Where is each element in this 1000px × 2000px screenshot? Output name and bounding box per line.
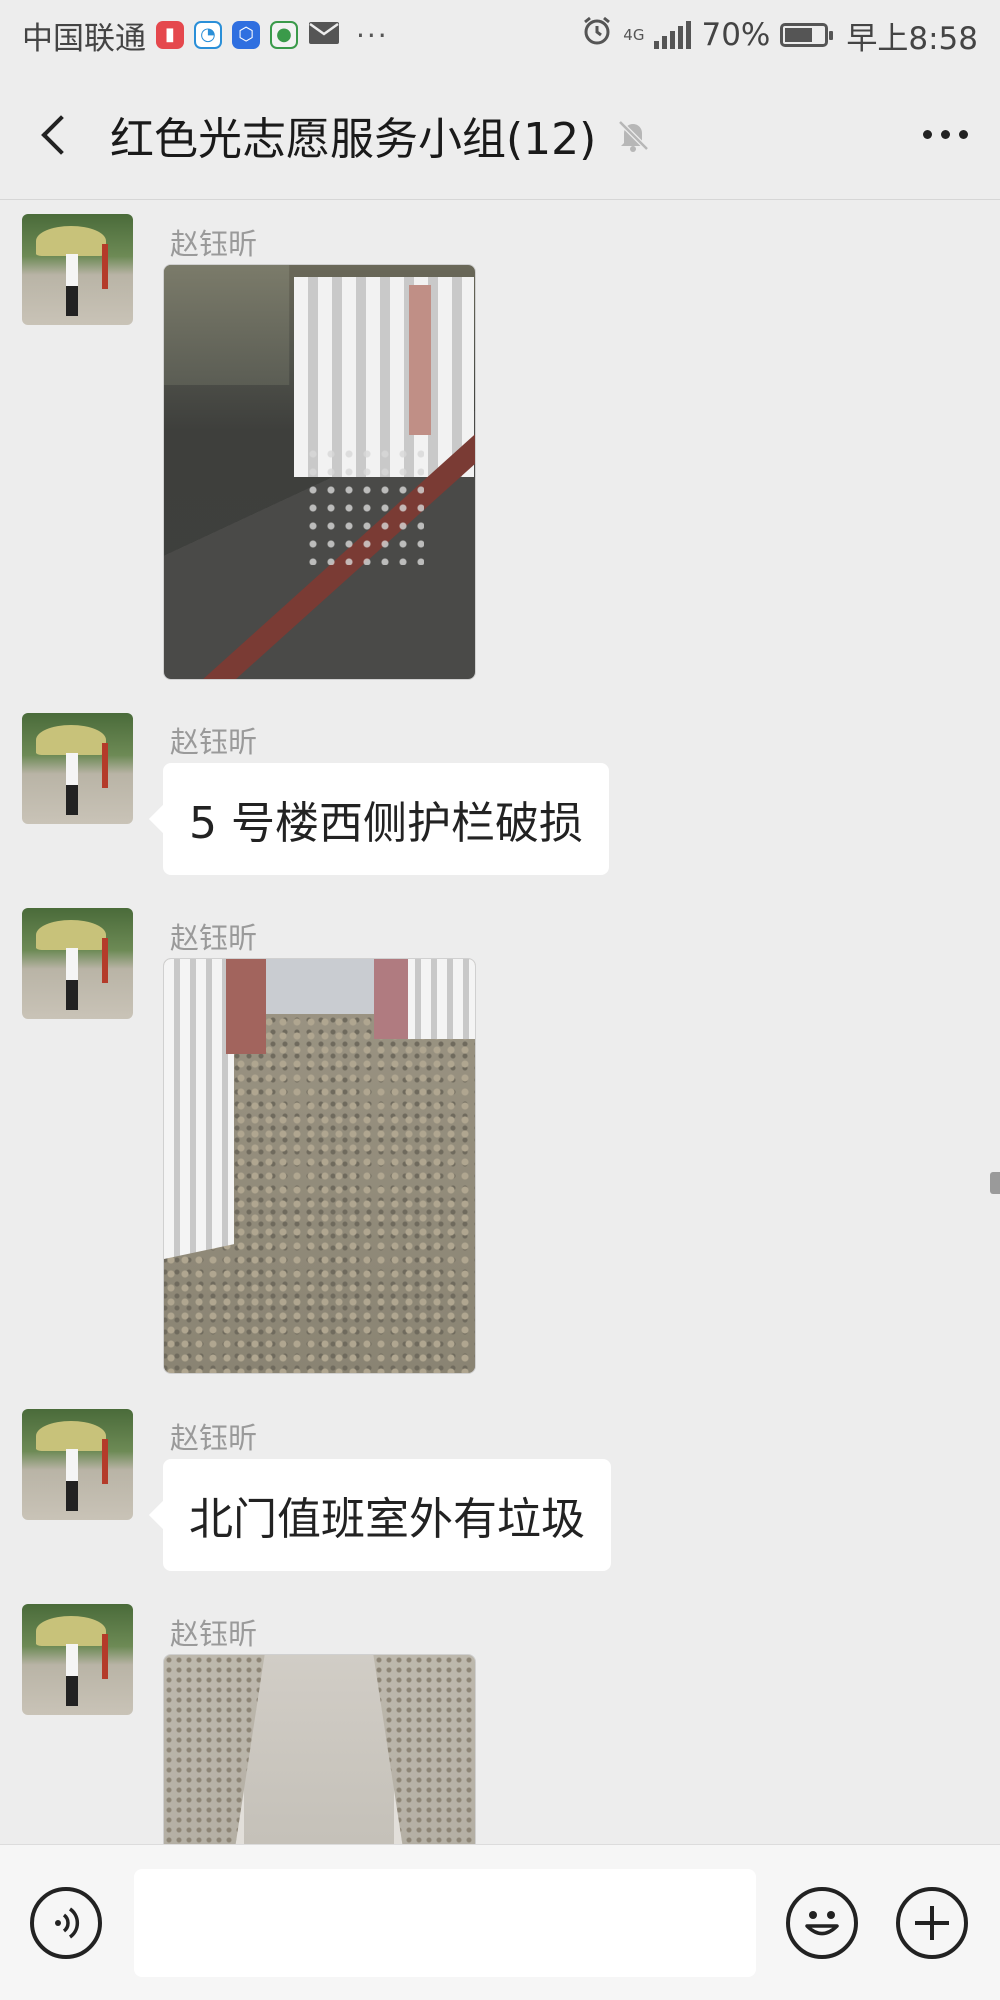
sender-name: 赵钰昕 — [170, 725, 258, 759]
battery-icon — [780, 23, 834, 47]
status-right: 4G 70% 早上8:58 — [581, 13, 978, 58]
avatar[interactable] — [22, 908, 133, 1019]
signal-icon — [654, 21, 692, 49]
scrollbar-thumb[interactable] — [990, 1172, 1000, 1194]
text-message-bubble[interactable]: 北门值班室外有垃圾 — [163, 1459, 611, 1571]
smiley-icon — [805, 1911, 839, 1936]
status-left: 中国联通 ▮ ◔ ⬡ ● ··· — [22, 13, 389, 58]
sender-name: 赵钰昕 — [170, 227, 258, 261]
plus-icon — [915, 1906, 949, 1940]
green-app-icon: ● — [270, 21, 298, 49]
sender-name: 赵钰昕 — [170, 1617, 258, 1651]
message-list[interactable]: 赵钰昕 赵钰昕 5 号楼西侧护栏破损 赵钰昕 赵钰昕 北门值班室外有垃圾 赵钰昕 — [0, 201, 1000, 1844]
emoji-button[interactable] — [786, 1887, 858, 1959]
mail-icon — [308, 17, 340, 53]
battery-percent: 70% — [701, 17, 771, 53]
back-button[interactable] — [0, 70, 110, 200]
back-chevron-icon — [41, 114, 81, 155]
more-functions-button[interactable] — [896, 1887, 968, 1959]
more-options-button[interactable] — [890, 70, 1000, 200]
network-type-label: 4G — [623, 25, 645, 44]
message-text: 5 号楼西侧护栏破损 — [189, 798, 583, 849]
dot-icon — [940, 130, 950, 139]
alarm-icon — [581, 15, 613, 55]
sender-name: 赵钰昕 — [170, 921, 258, 955]
more-notifications-icon: ··· — [356, 18, 389, 52]
message-text: 北门值班室外有垃圾 — [189, 1494, 585, 1545]
message-input[interactable] — [134, 1869, 756, 1977]
image-message[interactable] — [163, 1654, 476, 1844]
text-message-bubble[interactable]: 5 号楼西侧护栏破损 — [163, 763, 609, 875]
carrier-label: 中国联通 — [22, 20, 146, 57]
avatar[interactable] — [22, 1604, 133, 1715]
cloud-app-icon: ⬡ — [232, 21, 260, 49]
status-bar: 中国联通 ▮ ◔ ⬡ ● ··· 4G 70% 早上8:58 — [0, 0, 1000, 70]
mute-bell-icon — [614, 116, 652, 154]
dot-icon — [922, 130, 932, 139]
voice-icon — [55, 1907, 80, 1939]
battery-fill — [785, 28, 813, 42]
image-message[interactable] — [163, 958, 476, 1374]
avatar[interactable] — [22, 1409, 133, 1520]
qq-icon: ◔ — [194, 21, 222, 49]
book-app-icon: ▮ — [156, 21, 184, 49]
sender-name: 赵钰昕 — [170, 1421, 258, 1455]
voice-input-button[interactable] — [30, 1887, 102, 1959]
clock-time: 早上8:58 — [846, 20, 978, 57]
image-message[interactable] — [163, 264, 476, 680]
input-bar — [0, 1844, 1000, 2000]
chat-title: 红色光志愿服务小组(12) — [110, 113, 597, 165]
avatar[interactable] — [22, 713, 133, 824]
chat-header: 红色光志愿服务小组(12) — [0, 70, 1000, 200]
dot-icon — [958, 130, 968, 139]
avatar[interactable] — [22, 214, 133, 325]
